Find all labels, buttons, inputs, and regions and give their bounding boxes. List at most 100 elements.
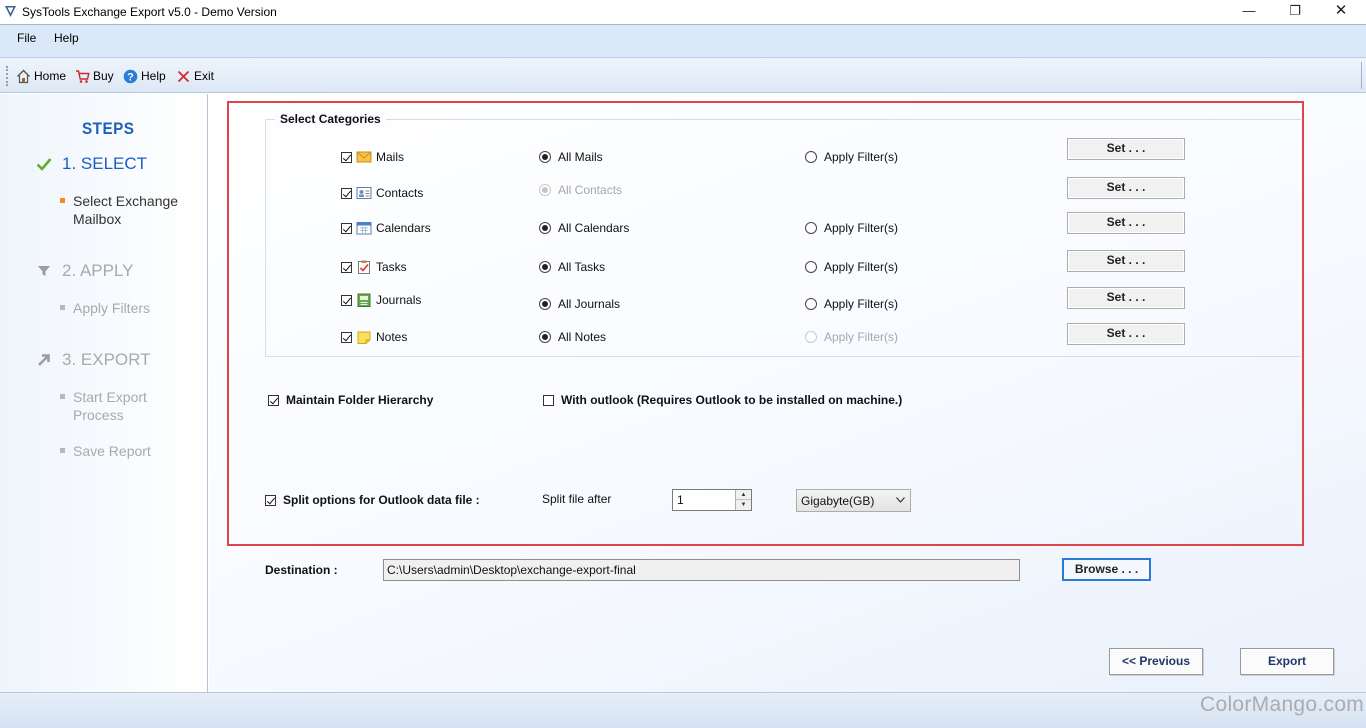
category-calendars-checkbox[interactable] [341,222,352,234]
notes-filter-option[interactable]: Apply Filter(s) [805,329,898,345]
mails-filter-label: Apply Filter(s) [824,150,899,164]
destination-path-field[interactable]: C:\Users\admin\Desktop\exchange-export-f… [383,559,1020,581]
all-tasks-option[interactable]: All Tasks [539,259,605,275]
previous-button[interactable]: << Previous [1109,648,1203,675]
stepper-buttons: ▲ ▼ [735,490,751,510]
contacts-set-button[interactable]: Set . . . [1067,177,1185,199]
help-icon: ? [123,69,138,83]
mails-filter-radio[interactable] [805,151,817,163]
category-notes-label: Notes [376,330,408,344]
menu-file[interactable]: File [17,31,36,45]
all-calendars-label: All Calendars [558,221,630,235]
maximize-button[interactable]: ❐ [1272,0,1318,24]
with-outlook-option[interactable]: With outlook (Requires Outlook to be ins… [543,392,902,408]
category-notes[interactable]: Notes [341,329,407,345]
category-tasks[interactable]: Tasks [341,259,407,275]
all-journals-label: All Journals [558,297,621,311]
category-mails-checkbox[interactable] [341,151,352,163]
step-apply-label: 2. APPLY [62,261,134,280]
journals-set-button[interactable]: Set . . . [1067,287,1185,309]
close-button[interactable]: ✕ [1318,0,1364,24]
all-notes-radio[interactable] [539,331,551,343]
browse-button[interactable]: Browse . . . [1062,558,1151,581]
toolbar-grip[interactable] [6,66,9,86]
destination-label: Destination : [265,563,338,577]
category-notes-checkbox[interactable] [341,331,352,343]
mails-filter-option[interactable]: Apply Filter(s) [805,149,898,165]
notes-filter-radio[interactable] [805,331,817,343]
maintain-hierarchy-checkbox[interactable] [268,394,279,406]
category-journals-checkbox[interactable] [341,294,352,306]
check-icon [36,158,52,171]
journals-filter-option[interactable]: Apply Filter(s) [805,296,898,312]
mails-set-button[interactable]: Set . . . [1067,138,1185,160]
calendars-filter-option[interactable]: Apply Filter(s) [805,220,898,236]
split-unit-value: Gigabyte(GB) [801,494,875,508]
step-export: 3. EXPORT [36,349,151,371]
contact-card-icon [356,187,372,199]
notes-set-button[interactable]: Set . . . [1067,323,1185,345]
all-contacts-label: All Contacts [558,183,623,197]
stepper-down-button[interactable]: ▼ [736,500,751,510]
step-select-sub-label: Select Exchange Mailbox [73,193,179,227]
journals-filter-radio[interactable] [805,298,817,310]
minimize-button[interactable]: — [1226,0,1272,24]
step-select: 1. SELECT [36,153,147,175]
all-contacts-radio[interactable] [539,184,551,196]
tasks-filter-option[interactable]: Apply Filter(s) [805,259,898,275]
category-contacts[interactable]: Contacts [341,185,423,201]
toolbar-exit-button[interactable]: Exit [176,68,214,84]
maintain-hierarchy-label: Maintain Folder Hierarchy [286,393,434,407]
all-notes-label: All Notes [558,330,607,344]
tasks-filter-radio[interactable] [805,261,817,273]
all-mails-option[interactable]: All Mails [539,149,603,165]
stepper-up-button[interactable]: ▲ [736,490,751,500]
category-mails[interactable]: Mails [341,149,404,165]
toolbar-help-button[interactable]: ? Help [123,68,166,84]
toolbar-buy-button[interactable]: Buy [75,68,114,84]
category-contacts-checkbox[interactable] [341,187,352,199]
split-size-value[interactable]: 1 [677,493,684,507]
with-outlook-checkbox[interactable] [543,394,554,406]
all-tasks-radio[interactable] [539,261,551,273]
menu-help[interactable]: Help [54,31,79,45]
all-journals-option[interactable]: All Journals [539,296,620,312]
toolbar-buy-label: Buy [93,69,114,83]
export-button[interactable]: Export [1240,648,1334,675]
bullet-inactive [60,394,65,399]
home-icon [17,69,30,83]
all-notes-option[interactable]: All Notes [539,329,606,345]
step-export-sub-label-2: Save Report [73,443,151,459]
app-logo-icon [5,6,16,17]
tasks-set-button[interactable]: Set . . . [1067,250,1185,272]
split-checkbox[interactable] [265,494,276,506]
all-calendars-radio[interactable] [539,222,551,234]
calendars-set-button[interactable]: Set . . . [1067,212,1185,234]
journal-icon [357,293,371,307]
toolbar-end-separator [1359,62,1362,89]
category-calendars-label: Calendars [376,221,431,235]
mail-icon [356,151,372,163]
split-size-stepper[interactable]: 1 ▲ ▼ [672,489,752,511]
with-outlook-label: With outlook (Requires Outlook to be ins… [561,393,903,407]
all-contacts-option[interactable]: All Contacts [539,182,622,198]
maintain-hierarchy-option[interactable]: Maintain Folder Hierarchy [268,392,433,408]
split-option[interactable]: Split options for Outlook data file : [265,492,480,508]
category-calendars[interactable]: Calendars [341,220,431,236]
step-apply-sub: Apply Filters [60,299,150,317]
categories-legend: Select Categories [275,112,386,126]
step-select-label: 1. SELECT [62,154,148,173]
category-tasks-checkbox[interactable] [341,261,352,273]
split-unit-select[interactable]: Gigabyte(GB) [796,489,911,512]
bullet-inactive [60,448,65,453]
steps-title: STEPS [82,119,135,138]
bullet-inactive [60,305,65,310]
toolbar-help-label: Help [141,69,166,83]
all-calendars-option[interactable]: All Calendars [539,220,629,236]
calendars-filter-label: Apply Filter(s) [824,221,899,235]
calendars-filter-radio[interactable] [805,222,817,234]
toolbar-home-button[interactable]: Home [16,68,66,84]
category-journals[interactable]: Journals [341,292,421,308]
all-mails-radio[interactable] [539,151,551,163]
all-journals-radio[interactable] [539,298,551,310]
